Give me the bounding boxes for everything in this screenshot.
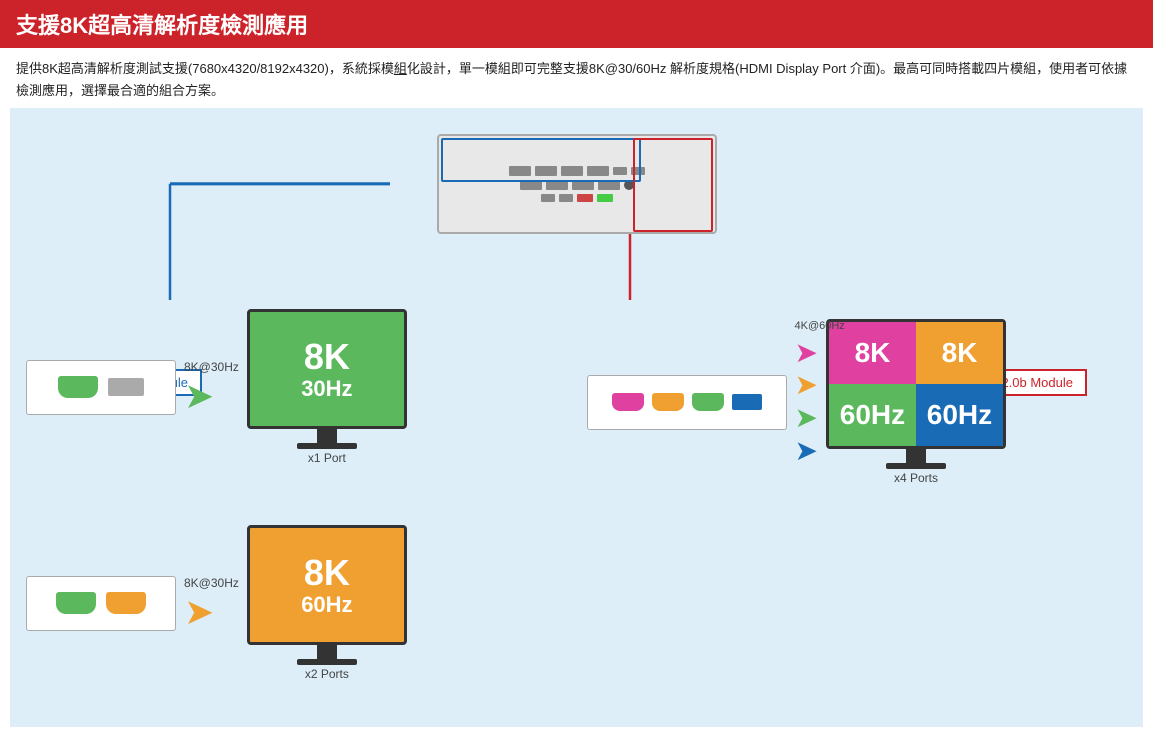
port-3 [561,166,583,176]
freq-4k60-label: 4K@60Hz [795,320,845,332]
port-10 [598,180,620,190]
monitor2-line2: 60Hz [301,593,352,617]
arrow-orange-1: ➤ [184,594,214,630]
quad-8k-2: 8K [942,338,978,369]
arrow-orange-r: ➤ [795,370,818,401]
quad-green: 60Hz [829,384,916,446]
description-text: 提供8K超高清解析度測試支援(7680x4320/8192x4320)，系統採模… [0,48,1153,108]
device-box [437,134,717,234]
monitor2-line1: 8K [301,553,352,593]
monitor-base-1 [297,443,357,449]
port-box-2 [26,576,176,631]
port-15 [597,194,613,202]
dp-port-orange-1 [106,592,146,614]
port-1 [509,166,531,176]
row-x2: 8K@30Hz ➤ 8K 60Hz x2 Ports [26,525,567,681]
x2-label: x2 Ports [305,667,349,681]
device-row-3 [541,194,613,202]
quad-blue: 60Hz [916,384,1003,446]
quad-60hz-2: 60Hz [927,400,992,431]
monitor-base-2 [297,659,357,665]
monitor-stand-1 [317,429,337,443]
arrow-green-r: ➤ [795,403,818,434]
device-row-1 [509,166,645,176]
arrow-pink: ➤ [795,338,818,369]
monitor-screen-2: 8K 60Hz [247,525,407,645]
right-port-box [587,375,787,430]
freq-label-1: 8K@30Hz [184,360,239,374]
dp-port-green-r [692,393,724,411]
port-7 [520,180,542,190]
page-wrapper: 支援8K超高清解析度檢測應用 提供8K超高清解析度測試支援(7680x4320/… [0,0,1153,727]
monitor-stand-3 [906,449,926,463]
port-12 [541,194,555,202]
monitor-screen-3: 8K 8K 60Hz 60Hz [826,319,1006,449]
hdmi-port-1 [108,378,144,396]
port-4 [587,166,609,176]
dp-port-green-1 [58,376,98,398]
quad-orange: 8K [916,322,1003,384]
quad-60hz: 60Hz [840,400,905,431]
port-14 [577,194,593,202]
monitor-stand-2 [317,645,337,659]
monitor-2: 8K 60Hz x2 Ports [247,525,407,681]
dp-port-pink [612,393,644,411]
dp-port-orange-r [652,393,684,411]
arrow-green-1: ➤ [184,378,214,414]
main-diagram: Display Port 1.4 Module HDMI 2.0b Module… [10,108,1143,727]
monitor-3: 8K 8K 60Hz 60Hz [826,319,1006,485]
monitor1-line1: 8K [301,337,352,377]
row-x1: 8K@30Hz ➤ 8K 30Hz x1 Port [26,309,567,465]
arrow-blue-r: ➤ [795,436,818,467]
quad-8k: 8K [855,338,891,369]
port-6 [631,167,645,175]
port-13 [559,194,573,202]
device-row-2 [520,180,634,190]
header: 支援8K超高清解析度檢測應用 [0,0,1153,48]
dp-port-blue-r [732,394,762,410]
port-box-1 [26,360,176,415]
port-2 [535,166,557,176]
port-5 [613,167,627,175]
port-8 [546,180,568,190]
x4-label: x4 Ports [894,471,938,485]
x1-label: x1 Port [308,451,346,465]
freq-label-2: 8K@30Hz [184,576,239,590]
monitor-base-3 [886,463,946,469]
monitor1-line2: 30Hz [301,377,352,401]
device-red-outline [633,138,713,232]
port-9 [572,180,594,190]
monitor-1: 8K 30Hz x1 Port [247,309,407,465]
desc-content: 提供8K超高清解析度測試支援(7680x4320/8192x4320)，系統採模… [16,61,1127,98]
left-column: 8K@30Hz ➤ 8K 30Hz x1 Port [26,309,567,711]
right-column: 4K@60Hz ➤ ➤ ➤ ➤ 8K 8K [587,309,1128,485]
arrows-stack: 4K@60Hz ➤ ➤ ➤ ➤ [795,338,818,467]
dp-port-green-2 [56,592,96,614]
page-title: 支援8K超高清解析度檢測應用 [16,8,1137,40]
port-11 [624,180,634,190]
monitor-screen-1: 8K 30Hz [247,309,407,429]
